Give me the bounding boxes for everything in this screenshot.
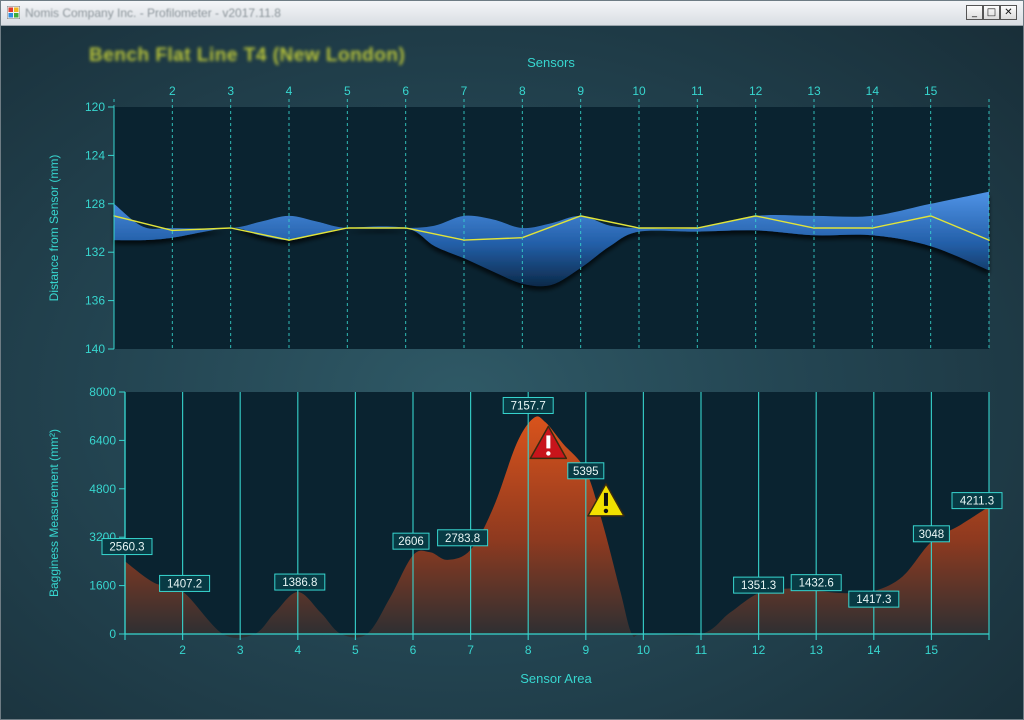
distance-x-tick-label: 8 <box>519 84 526 98</box>
bagginess-data-label: 2783.8 <box>437 529 489 547</box>
distance-y-axis-label: Distance from Sensor (mm) <box>47 155 61 302</box>
bagginess-data-label: 2606 <box>392 532 430 550</box>
bagginess-data-label: 3048 <box>912 525 950 543</box>
distance-chart: Sensors Distance from Sensor (mm) 2 3 4 5 6 7 8 9… <box>47 55 990 356</box>
bagginess-x-tick-label: 13 <box>810 643 824 657</box>
title-bar[interactable]: Nomis Company Inc. - Profilometer - v201… <box>1 1 1023 26</box>
bagginess-x-axis-label: Sensor Area <box>520 671 592 686</box>
distance-x-tick-label: 4 <box>286 84 293 98</box>
bagginess-y-tick-label: 1600 <box>89 579 116 593</box>
bagginess-data-label: 1351.3 <box>733 576 785 594</box>
bagginess-data-label-text: 1432.6 <box>799 578 834 590</box>
bagginess-data-label-text: 2606 <box>398 536 424 548</box>
app-window: Nomis Company Inc. - Profilometer - v201… <box>0 0 1024 720</box>
bagginess-x-tick-label: 4 <box>294 643 301 657</box>
bagginess-data-label-text: 3048 <box>919 529 945 541</box>
bagginess-y-tick-label: 4800 <box>89 482 116 496</box>
distance-x-tick-label: 9 <box>577 84 584 98</box>
bagginess-x-tick-label: 10 <box>637 643 651 657</box>
distance-point <box>171 229 174 232</box>
bagginess-x-tick-label: 7 <box>467 643 474 657</box>
bagginess-x-tick-label: 9 <box>582 643 589 657</box>
distance-x-tick-label: 12 <box>749 84 763 98</box>
bagginess-data-label: 5395 <box>567 462 605 480</box>
bagginess-y-axis-label: Bagginess Measurement (mm²) <box>47 429 61 597</box>
distance-x-tick-label: 6 <box>402 84 409 98</box>
bagginess-data-label-text: 1407.2 <box>167 578 202 590</box>
bagginess-x-tick-label: 12 <box>752 643 766 657</box>
distance-x-tick-label: 2 <box>169 84 176 98</box>
bagginess-data-label-text: 1351.3 <box>741 580 776 592</box>
application-icon[interactable] <box>7 6 20 19</box>
distance-chart-title: Sensors <box>527 55 575 70</box>
bagginess-data-label-text: 4211.3 <box>960 496 994 508</box>
distance-y-tick-label: 120 <box>85 100 105 114</box>
bagginess-x-tick-label: 5 <box>352 643 359 657</box>
distance-x-tick-label: 13 <box>807 84 821 98</box>
bagginess-data-label-text: 1386.8 <box>282 577 317 589</box>
bagginess-x-tick-label: 6 <box>410 643 417 657</box>
bagginess-data-label-text: 2560.3 <box>109 542 144 554</box>
bagginess-x-tick-label: 14 <box>867 643 881 657</box>
bagginess-x-tick-label: 3 <box>237 643 244 657</box>
bagginess-x-tick-label: 8 <box>525 643 532 657</box>
bagginess-y-tick-label: 8000 <box>89 385 116 399</box>
alarm-icon-bar <box>546 435 551 449</box>
bagginess-data-label: 1386.8 <box>274 573 326 591</box>
bagginess-x-tick-label: 15 <box>925 643 939 657</box>
bagginess-x-tick-label: 2 <box>179 643 186 657</box>
distance-x-tick-label: 15 <box>924 84 938 98</box>
distance-x-tick-label: 5 <box>344 84 351 98</box>
bagginess-y-tick-label: 0 <box>109 627 116 641</box>
bagginess-x-tick-label: 11 <box>695 643 708 657</box>
distance-x-tick-label: 7 <box>461 84 468 98</box>
distance-x-tick-label: 10 <box>632 84 646 98</box>
alarm-icon-dot <box>546 451 551 456</box>
minimize-button[interactable]: _ <box>966 5 983 20</box>
warning-icon-bar <box>603 492 608 506</box>
bagginess-data-label: 4211.3 <box>951 492 1003 510</box>
bagginess-data-label-text: 5395 <box>573 466 599 478</box>
window-title: Nomis Company Inc. - Profilometer - v201… <box>25 6 281 20</box>
dashboard: Bench Flat Line T4 (New London) Sensors … <box>1 26 1023 719</box>
distance-y-tick-label: 132 <box>85 245 105 259</box>
close-button[interactable]: ✕ <box>1000 5 1017 20</box>
distance-x-tick-label: 3 <box>227 84 234 98</box>
bagginess-data-label: 1407.2 <box>159 574 211 592</box>
distance-x-tick-label: 14 <box>866 84 880 98</box>
distance-y-tick-label: 140 <box>85 342 105 356</box>
bagginess-data-label: 1417.3 <box>848 590 900 608</box>
bagginess-data-label-text: 2783.8 <box>445 533 480 545</box>
distance-y-tick-label: 128 <box>85 197 105 211</box>
bagginess-y-tick-label: 6400 <box>89 433 116 447</box>
warning-icon-dot <box>603 508 609 514</box>
bagginess-data-label-text: 7157.7 <box>511 400 546 412</box>
bagginess-data-label: 2560.3 <box>101 538 153 556</box>
bagginess-data-label-text: 1417.3 <box>856 594 891 606</box>
bagginess-data-label: 7157.7 <box>502 396 554 414</box>
distance-y-tick-label: 124 <box>85 148 105 162</box>
bagginess-chart: 0160032004800640080002 3 4 5 6 7 8 9 10 11 12 13 14 1… <box>47 385 1003 686</box>
bagginess-data-label: 1432.6 <box>790 574 842 592</box>
distance-y-tick-label: 136 <box>85 294 105 308</box>
charts-canvas: Sensors Distance from Sensor (mm) 2 3 4 5 6 7 8 9… <box>47 55 1003 686</box>
maximize-button[interactable]: □ <box>983 5 1000 20</box>
distance-x-tick-label: 11 <box>691 84 704 98</box>
